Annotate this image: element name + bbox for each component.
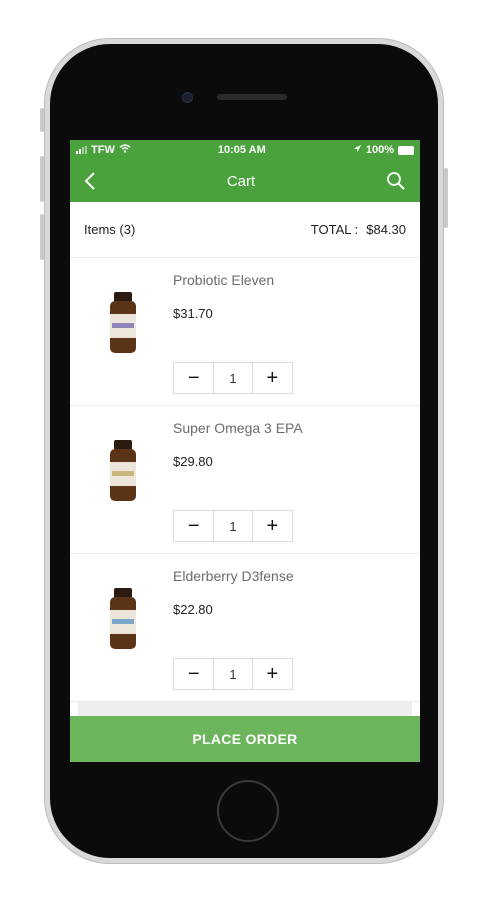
- status-bar: TFW 10:05 AM 100%: [70, 140, 420, 160]
- increment-button[interactable]: +: [253, 659, 292, 689]
- quantity-stepper: − 1 +: [173, 510, 293, 542]
- increment-button[interactable]: +: [253, 363, 292, 393]
- item-price: $22.80: [173, 602, 213, 617]
- product-bottle-icon: [108, 588, 138, 650]
- increment-button[interactable]: +: [253, 511, 292, 541]
- item-name[interactable]: Probiotic Eleven: [173, 272, 274, 288]
- app-screen: TFW 10:05 AM 100% Cart Items (3) TOTAL :…: [70, 140, 420, 762]
- total-value: $84.30: [366, 222, 406, 237]
- back-chevron-icon[interactable]: [84, 171, 96, 191]
- cart-summary: Items (3) TOTAL : $84.30: [70, 202, 420, 258]
- volume-up-button: [40, 156, 44, 202]
- quantity-value: 1: [213, 363, 253, 393]
- product-bottle-icon: [108, 440, 138, 502]
- decrement-button[interactable]: −: [174, 363, 213, 393]
- home-button[interactable]: [217, 780, 279, 842]
- power-button: [444, 168, 448, 228]
- quantity-stepper: − 1 +: [173, 362, 293, 394]
- total-label: TOTAL :: [310, 222, 359, 237]
- page-title: Cart: [226, 172, 256, 190]
- place-order-button[interactable]: PLACE ORDER: [70, 716, 420, 762]
- quantity-value: 1: [213, 511, 253, 541]
- battery-icon: [397, 145, 414, 155]
- cart-item: Elderberry D3fense $22.80 − 1 +: [70, 554, 420, 702]
- decrement-button[interactable]: −: [174, 659, 213, 689]
- location-arrow-icon: [353, 144, 362, 156]
- items-count: Items (3): [84, 222, 136, 237]
- volume-down-button: [40, 214, 44, 260]
- quantity-value: 1: [213, 659, 253, 689]
- wifi-icon: [119, 144, 131, 156]
- quantity-stepper: − 1 +: [173, 658, 293, 690]
- earpiece-speaker: [217, 94, 287, 100]
- item-name[interactable]: Super Omega 3 EPA: [173, 420, 303, 436]
- signal-icon: [76, 146, 87, 154]
- cart-item: Probiotic Eleven $31.70 − 1 +: [70, 258, 420, 406]
- status-time: 10:05 AM: [217, 144, 266, 156]
- carrier-label: TFW: [91, 144, 115, 156]
- decrement-button[interactable]: −: [174, 511, 213, 541]
- app-header: Cart: [70, 160, 420, 202]
- mute-switch: [40, 108, 44, 132]
- front-camera: [182, 92, 193, 103]
- search-icon[interactable]: [386, 171, 406, 191]
- battery-percent: 100%: [365, 144, 394, 156]
- product-bottle-icon: [108, 292, 138, 354]
- item-price: $29.80: [173, 454, 213, 469]
- cart-item: Super Omega 3 EPA $29.80 − 1 +: [70, 406, 420, 554]
- item-price: $31.70: [173, 306, 213, 321]
- item-name[interactable]: Elderberry D3fense: [173, 568, 294, 584]
